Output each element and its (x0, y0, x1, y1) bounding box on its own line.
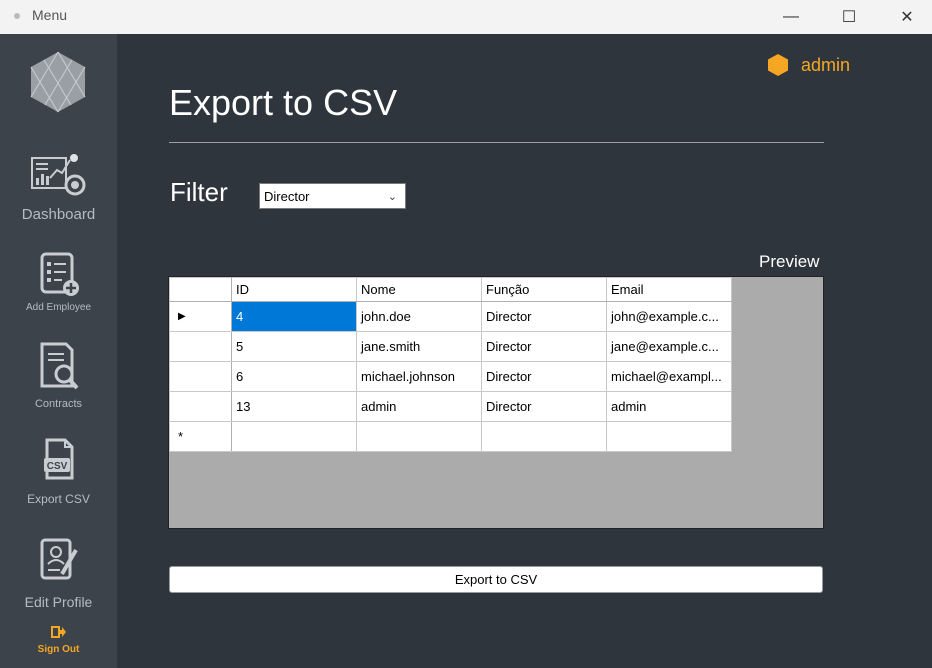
title-bar: Menu — ☐ ✕ (0, 0, 932, 34)
column-header-email[interactable]: Email (606, 277, 732, 302)
table-cell[interactable]: 6 (231, 361, 357, 392)
minimize-button[interactable]: — (768, 0, 814, 34)
column-header-funcao[interactable]: Função (481, 277, 607, 302)
sign-out-icon (0, 624, 117, 642)
maximize-button[interactable]: ☐ (826, 0, 872, 34)
table-row[interactable]: 6 michael.johnson Director michael@examp… (169, 361, 732, 392)
sidebar-item-label: Export CSV (27, 492, 90, 506)
app-icon (14, 13, 20, 19)
row-header[interactable] (169, 331, 232, 362)
sidebar-item-label: Dashboard (21, 206, 96, 223)
export-csv-button[interactable]: Export to CSV (169, 566, 823, 593)
user-hexagon-icon (768, 54, 788, 76)
filter-selected-value: Director (264, 189, 310, 204)
page-title: Export to CSV (169, 82, 398, 123)
sidebar-item-sign-out[interactable]: Sign Out (0, 624, 117, 655)
row-header-corner (169, 277, 232, 302)
dashboard-icon (0, 152, 117, 202)
sidebar-item-label: Contracts (34, 398, 83, 410)
table-row[interactable]: ▶ 4 john.doe Director john@example.c... (169, 301, 732, 332)
csv-icon: CSV (0, 438, 117, 482)
table-cell[interactable]: michael.johnson (356, 361, 482, 392)
filter-label: Filter (170, 177, 228, 207)
new-row[interactable]: * (169, 421, 732, 452)
table-cell[interactable]: Director (481, 301, 607, 332)
divider (169, 142, 824, 143)
sidebar-item-label: Edit Profile (24, 594, 93, 610)
sidebar-item-contracts[interactable]: Contracts (0, 342, 117, 410)
username: admin (801, 54, 851, 75)
column-header-nome[interactable]: Nome (356, 277, 482, 302)
table-cell[interactable]: 4 (231, 301, 357, 332)
new-row-marker[interactable]: * (169, 421, 232, 452)
app-logo (29, 50, 87, 119)
table-cell[interactable] (481, 421, 607, 452)
table-cell[interactable]: Director (481, 361, 607, 392)
table-row[interactable]: 5 jane.smith Director jane@example.c... (169, 331, 732, 362)
table-cell[interactable]: 13 (231, 391, 357, 422)
table-cell[interactable] (356, 421, 482, 452)
sidebar-item-export-csv[interactable]: CSV Export CSV (0, 438, 117, 506)
table-cell[interactable]: admin (356, 391, 482, 422)
user-badge: admin (767, 53, 850, 77)
current-row-marker[interactable]: ▶ (169, 301, 232, 332)
close-button[interactable]: ✕ (884, 0, 930, 34)
table-cell[interactable] (231, 421, 357, 452)
sidebar: Dashboard Add Employee Contracts CSV Exp… (0, 34, 117, 668)
chevron-down-icon: ⌄ (387, 191, 397, 203)
data-table: ID Nome Função Email ▶ 4 john.doe Direct… (169, 277, 732, 452)
sidebar-item-label: Sign Out (37, 644, 80, 655)
table-cell[interactable]: admin (606, 391, 732, 422)
table-header-row: ID Nome Função Email (169, 277, 732, 302)
filter-dropdown[interactable]: Director ⌄ (259, 183, 406, 209)
column-header-id[interactable]: ID (231, 277, 357, 302)
row-header[interactable] (169, 361, 232, 392)
table-row[interactable]: 13 admin Director admin (169, 391, 732, 422)
contracts-icon (0, 342, 117, 394)
table-cell[interactable]: john@example.c... (606, 301, 732, 332)
preview-label: Preview (759, 252, 820, 271)
row-header[interactable] (169, 391, 232, 422)
main-panel: admin Export to CSV Filter Director ⌄ Pr… (117, 34, 932, 668)
table-cell[interactable]: Director (481, 331, 607, 362)
window-title: Menu (32, 7, 68, 23)
sidebar-item-label: Add Employee (25, 302, 92, 313)
edit-profile-icon (0, 536, 117, 582)
sidebar-item-dashboard[interactable]: Dashboard (0, 152, 117, 223)
table-cell[interactable]: john.doe (356, 301, 482, 332)
table-cell[interactable]: michael@exampl... (606, 361, 732, 392)
table-cell[interactable]: jane@example.c... (606, 331, 732, 362)
svg-text:CSV: CSV (46, 461, 67, 472)
table-cell[interactable]: Director (481, 391, 607, 422)
table-cell[interactable]: 5 (231, 331, 357, 362)
preview-grid[interactable]: ID Nome Função Email ▶ 4 john.doe Direct… (168, 276, 824, 529)
table-cell[interactable] (606, 421, 732, 452)
table-cell[interactable]: jane.smith (356, 331, 482, 362)
sidebar-item-edit-profile[interactable]: Edit Profile (0, 536, 117, 610)
add-employee-icon (0, 252, 117, 298)
sidebar-item-add-employee[interactable]: Add Employee (0, 252, 117, 313)
